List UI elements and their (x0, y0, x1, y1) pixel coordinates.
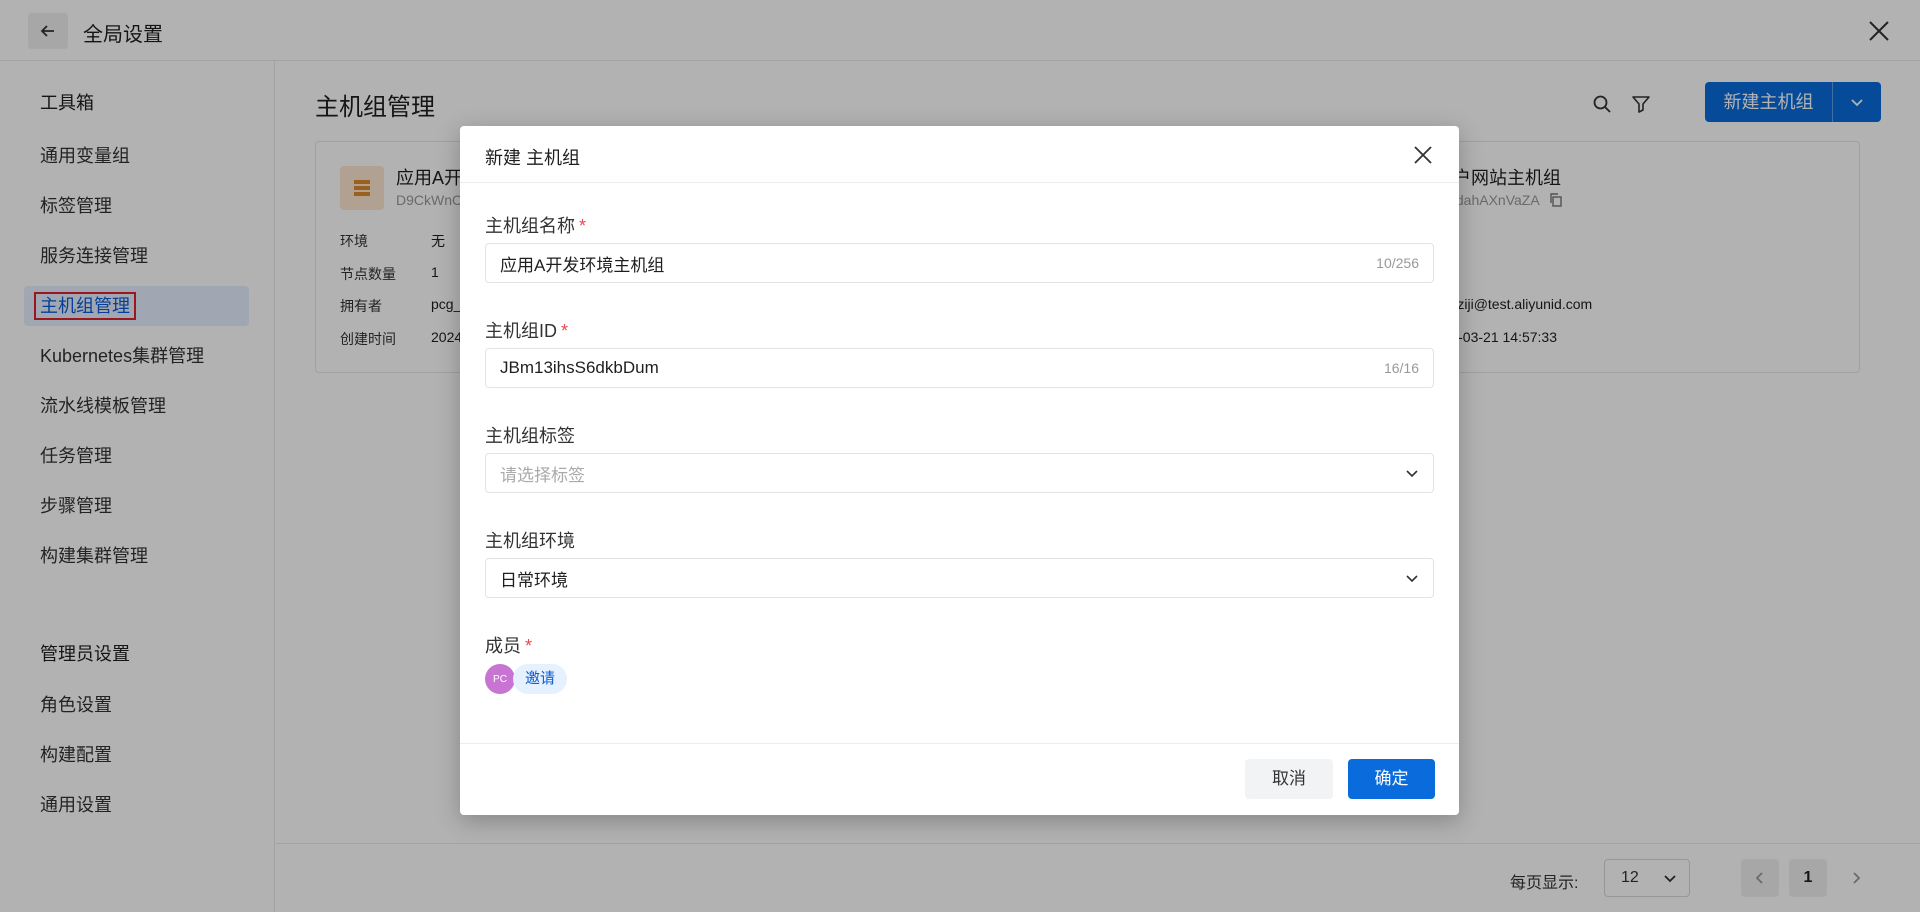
host-group-id-value: JBm13ihsS6dkbDum (500, 358, 659, 377)
dialog-footer: 取消 确定 (460, 743, 1459, 815)
tag-label: 主机组标签 (485, 426, 575, 446)
member-list: PC 邀请 (485, 663, 568, 695)
required-mark: * (561, 321, 569, 341)
avatar: PC (485, 664, 515, 694)
cancel-button[interactable]: 取消 (1245, 759, 1333, 799)
name-label: 主机组名称 * (485, 212, 586, 238)
host-group-id-input[interactable]: JBm13ihsS6dkbDum 16/16 (485, 348, 1434, 388)
env-value: 日常环境 (500, 570, 568, 590)
dialog-header: 新建 主机组 (460, 126, 1459, 183)
host-group-name-input[interactable]: 应用A开发环境主机组 10/256 (485, 243, 1434, 283)
required-mark: * (525, 636, 533, 656)
new-host-group-dialog: 新建 主机组 主机组名称 * 应用A开发环境主机组 10/256 主机组ID * J… (460, 126, 1459, 815)
required-mark: * (579, 216, 587, 236)
chevron-down-icon (1406, 470, 1418, 478)
chevron-down-icon (1406, 575, 1418, 583)
host-group-env-select[interactable]: 日常环境 (485, 558, 1434, 598)
member-label-text: 成员 (485, 636, 521, 656)
env-label: 主机组环境 (485, 531, 575, 551)
dialog-title: 新建 主机组 (485, 148, 581, 168)
member-label: 成员 * (485, 632, 532, 658)
host-group-name-value: 应用A开发环境主机组 (500, 255, 665, 275)
id-label-text: 主机组ID (485, 321, 557, 341)
name-char-counter: 10/256 (1376, 255, 1419, 271)
confirm-button[interactable]: 确定 (1348, 759, 1435, 799)
host-group-tag-select[interactable]: 请选择标签 (485, 453, 1434, 493)
id-label: 主机组ID * (485, 317, 568, 343)
dialog-close-button[interactable] (1407, 139, 1439, 171)
name-label-text: 主机组名称 (485, 216, 575, 236)
close-icon (1414, 146, 1432, 164)
tag-placeholder: 请选择标签 (500, 465, 585, 485)
id-char-counter: 16/16 (1383, 360, 1419, 376)
invite-button[interactable]: 邀请 (513, 664, 568, 694)
